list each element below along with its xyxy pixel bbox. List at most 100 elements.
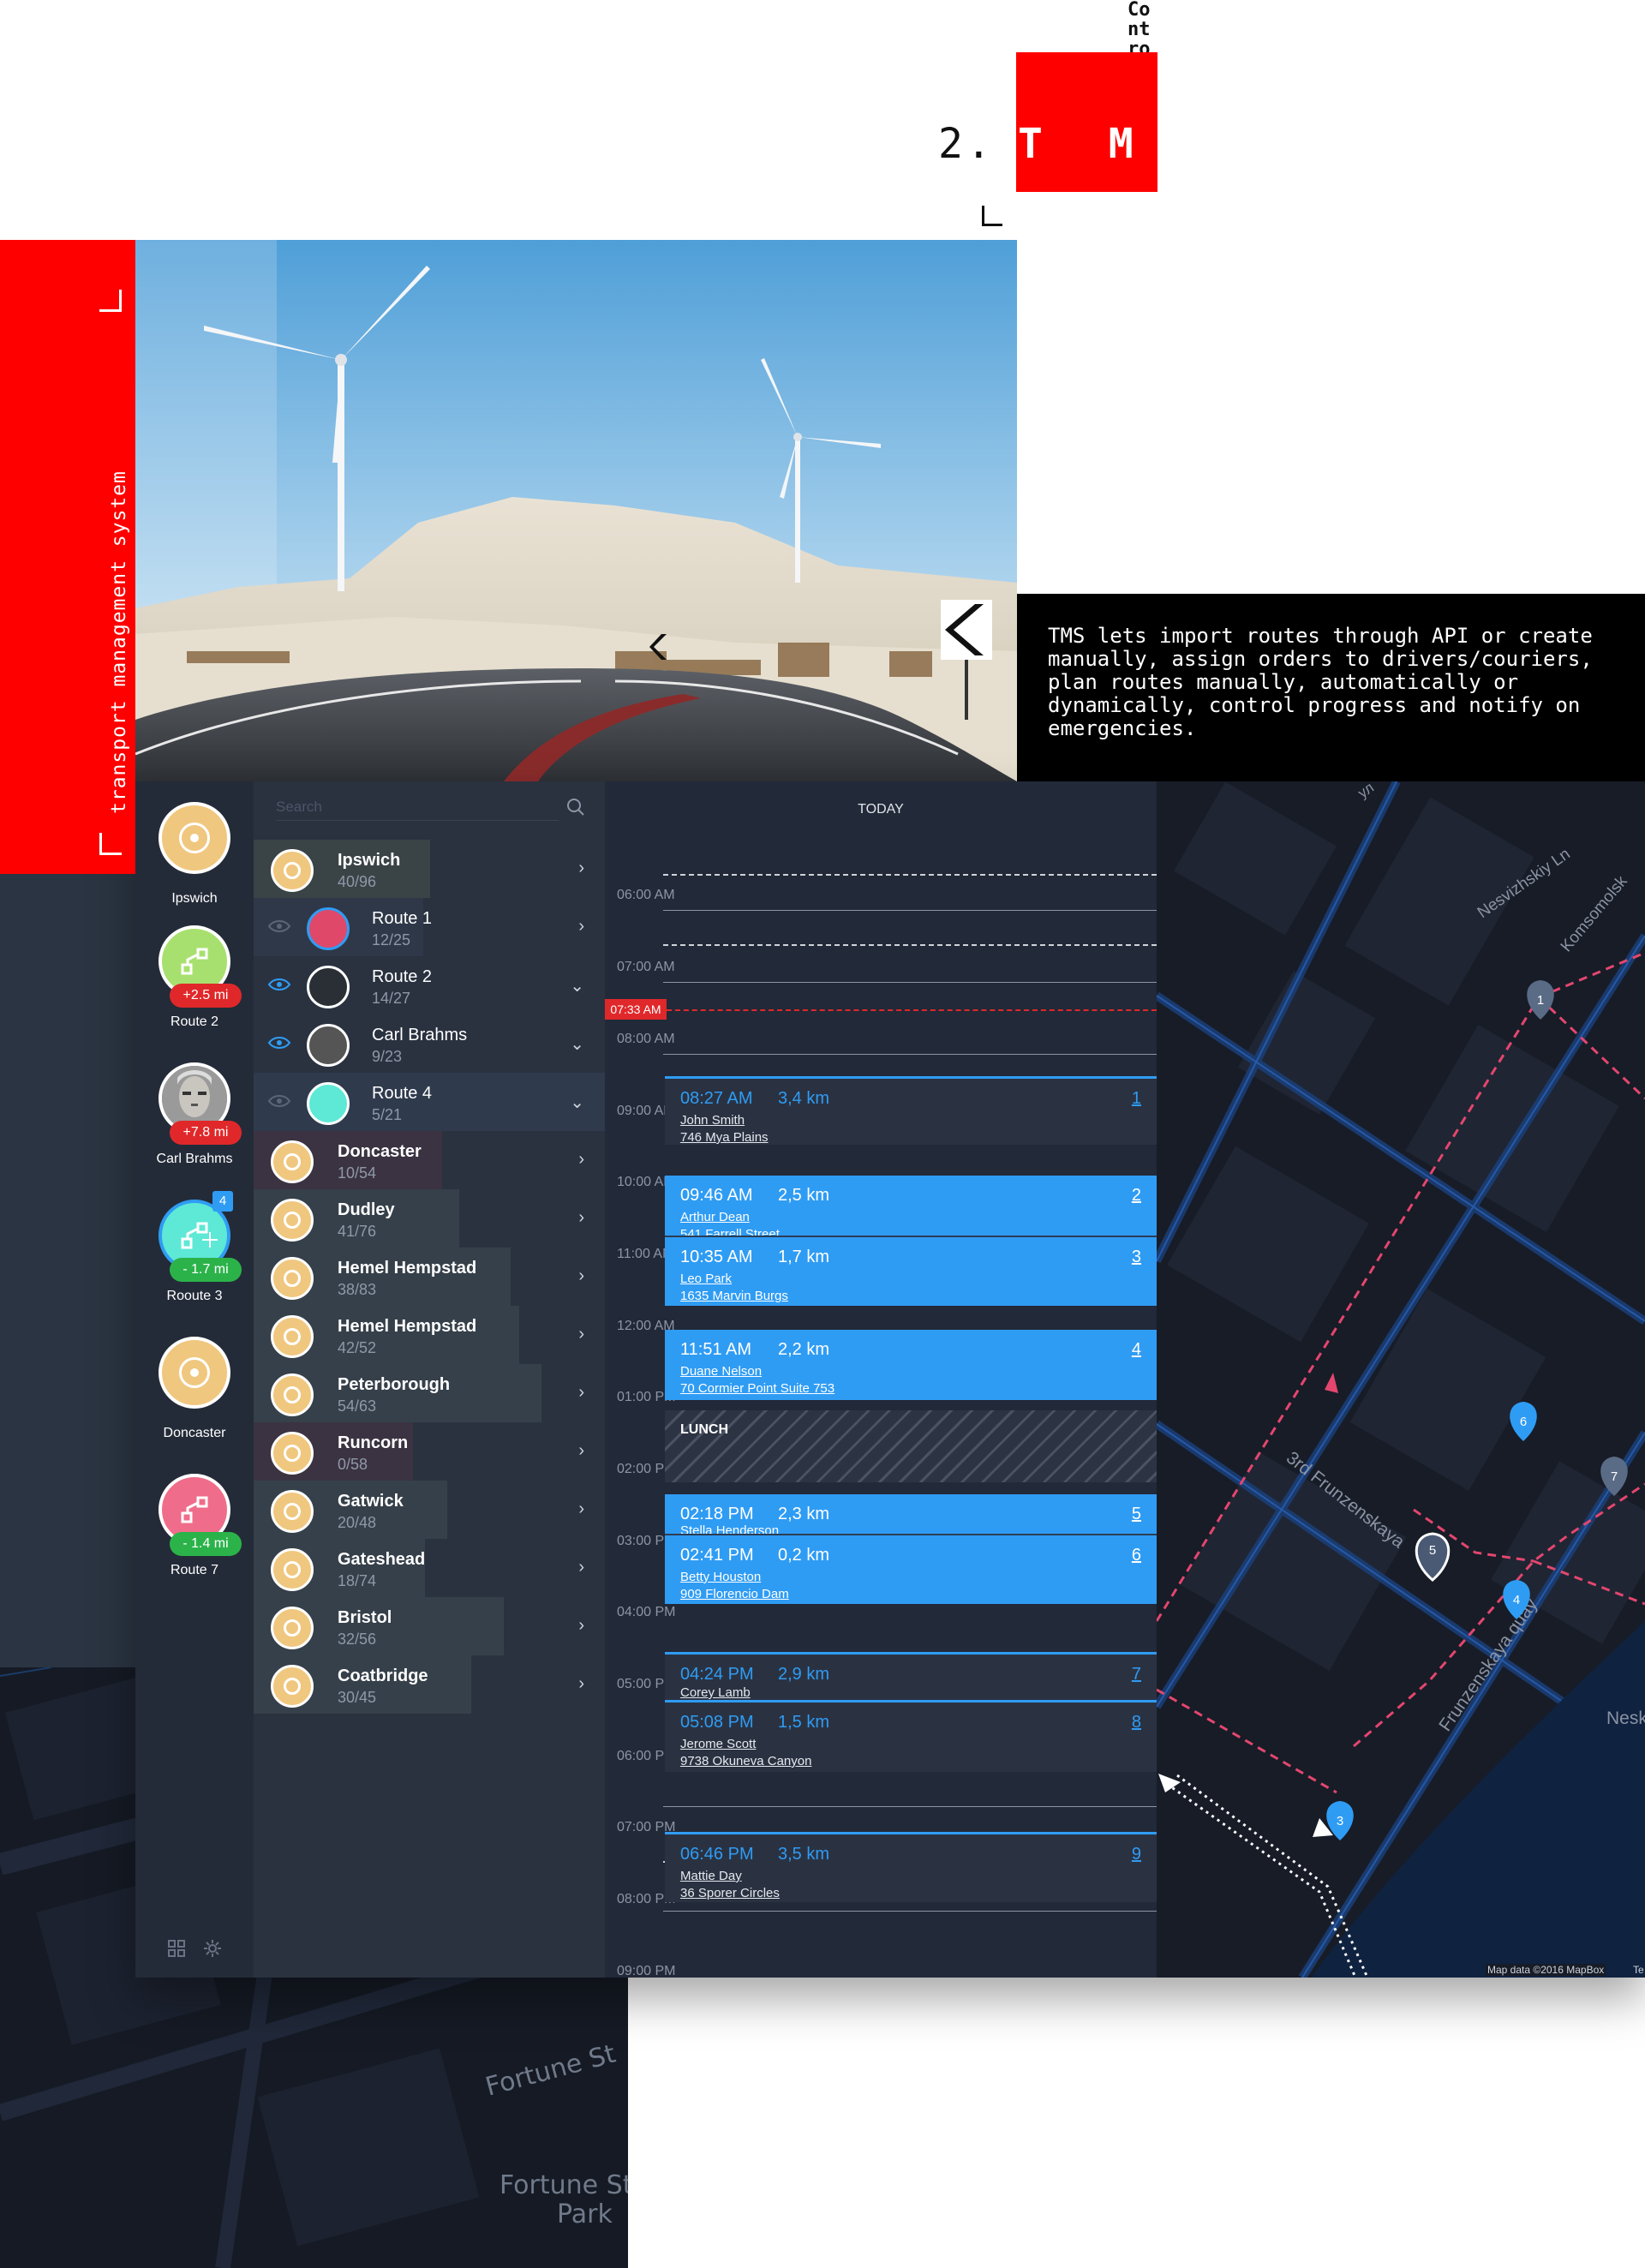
stop-address-link[interactable]: 541 Farrell Street [680,1227,780,1236]
stop-customer-link[interactable]: Corey Lamb [680,1685,751,1700]
lunch-break: LUNCH [665,1410,1157,1482]
stop-customer-link[interactable]: Arthur Dean [680,1210,750,1224]
stop-time: 06:46 PM [680,1845,754,1864]
search-input[interactable] [276,793,559,821]
stop-index-link[interactable]: 3 [1132,1248,1141,1267]
stop-address-link[interactable]: 1635 Marvin Burgs [680,1289,788,1303]
chevron-right-icon[interactable]: › [578,859,584,878]
chevron-right-icon[interactable]: › [578,1499,584,1519]
rail-item-ipswich[interactable]: Ipswich [135,802,254,922]
depot-icon [271,1199,314,1242]
rail-item-route-7[interactable]: - 1.4 mi Route 7 [135,1474,254,1594]
list-item-name: Coatbridge [338,1667,428,1685]
depot-icon [271,1665,314,1708]
stop-index-link[interactable]: 4 [1132,1340,1141,1360]
stop-customer-link[interactable]: Leo Park [680,1272,732,1286]
svg-text:4: 4 [1513,1593,1520,1607]
section-title: T M S [1018,120,1245,168]
route-map[interactable]: Nesvizhskiy Ln Komsomolsk 3rd Frunzenska… [1157,781,1645,1978]
list-item[interactable]: Dudley 41/76 › [254,1189,605,1248]
stop-card[interactable]: 10:35 AM 1,7 km 3 Leo Park 1635 Marvin B… [665,1236,1157,1306]
list-item[interactable]: Doncaster 10/54 › [254,1131,605,1189]
stop-counter-badge: 4 [212,1191,233,1212]
list-item-name: Carl Brahms [372,1026,468,1044]
grid-icon[interactable] [166,1938,187,1959]
eye-hidden-icon[interactable] [267,917,291,936]
list-item[interactable]: Hemel Hempstad 42/52 › [254,1306,605,1364]
stop-index-link[interactable]: 6 [1132,1546,1141,1565]
list-item-count: 32/56 [338,1631,377,1648]
list-item[interactable]: Route 2 14/27 ⌄ [254,956,605,1014]
stop-customer-link[interactable]: Betty Houston [680,1570,761,1584]
hour-label: 08:00 AM [617,1032,675,1046]
svg-text:6: 6 [1520,1415,1527,1429]
list-item[interactable]: Carl Brahms 9/23 ⌄ [254,1014,605,1073]
list-item-count: 5/21 [372,1106,403,1123]
street-label: Nesk [1606,1708,1645,1728]
gear-icon[interactable] [202,1938,223,1959]
stop-card[interactable]: 08:27 AM 3,4 km 1 John Smith 746 Mya Pla… [665,1076,1157,1145]
list-item[interactable]: Bristol 32/56 › [254,1597,605,1655]
list-item[interactable]: Hemel Hempstad 38/83 › [254,1248,605,1306]
chevron-right-icon[interactable]: › [578,1441,584,1461]
stop-customer-link[interactable]: Duane Nelson [680,1364,762,1379]
stop-card[interactable]: 02:41 PM 0,2 km 6 Betty Houston 909 Flor… [665,1534,1157,1604]
rail-item-route-2[interactable]: +2.5 mi Route 2 [135,925,254,1045]
list-item[interactable]: Route 4 5/21 ⌄ [254,1073,605,1131]
stop-card[interactable]: 09:46 AM 2,5 km 2 Arthur Dean 541 Farrel… [665,1176,1157,1236]
stop-customer-link[interactable]: Stella Henderson [680,1523,779,1534]
list-item[interactable]: Route 1 12/25 › [254,898,605,956]
rail-label: Carl Brahms [156,1152,233,1166]
list-item[interactable]: Coatbridge 30/45 › [254,1655,605,1714]
stop-address-link[interactable]: 36 Sporer Circles [680,1886,780,1900]
stop-index-link[interactable]: 8 [1132,1713,1141,1732]
chevron-right-icon[interactable]: › [578,1383,584,1403]
stop-index-link[interactable]: 9 [1132,1845,1141,1864]
search-icon[interactable] [565,797,586,817]
stop-index-link[interactable]: 2 [1132,1186,1141,1206]
stop-index-link[interactable]: 1 [1132,1089,1141,1109]
list-item[interactable]: Ipswich 40/96 › [254,840,605,898]
stop-address-link[interactable]: 909 Florencio Dam [680,1587,789,1601]
chevron-down-icon[interactable]: ⌄ [570,975,584,996]
current-time-marker: 07:33 AM [605,999,667,1020]
stop-address-link[interactable]: 9738 Okuneva Canyon [680,1754,811,1768]
eye-hidden-icon[interactable] [267,1092,291,1110]
eye-visible-icon[interactable] [267,975,291,994]
chevron-down-icon[interactable]: ⌄ [570,1092,584,1113]
chevron-right-icon[interactable]: › [578,1266,584,1286]
stop-card[interactable]: 11:51 AM 2,2 km 4 Duane Nelson 70 Cormie… [665,1330,1157,1400]
list-item[interactable]: Peterborough 54/63 › [254,1364,605,1422]
stop-card[interactable]: 02:18 PM 2,3 km 5 Stella Henderson [665,1494,1157,1534]
hour-label: 07:00 AM [617,960,675,974]
rail-item-carl-brahms[interactable]: +7.8 mi Carl Brahms [135,1062,254,1182]
stop-customer-link[interactable]: John Smith [680,1113,745,1128]
rail-item-route-3[interactable]: 4 - 1.7 mi Rooute 3 [135,1191,254,1320]
list-item[interactable]: Runcorn 0/58 › [254,1422,605,1481]
list-item[interactable]: Gatwick 20/48 › [254,1481,605,1539]
chevron-right-icon[interactable]: › [578,1325,584,1344]
list-item[interactable]: Gateshead 18/74 › [254,1539,605,1597]
chevron-right-icon[interactable]: › [578,1150,584,1170]
chevron-right-icon[interactable]: › [578,1208,584,1228]
list-item-count: 14/27 [372,990,411,1007]
stop-card[interactable]: 05:08 PM 1,5 km 8 Jerome Scott 9738 Okun… [665,1700,1157,1772]
list-item-name: Route 2 [372,967,433,986]
chevron-right-icon[interactable]: › [578,1558,584,1577]
chevron-right-icon[interactable]: › [578,917,584,937]
stop-customer-link[interactable]: Mattie Day [680,1869,742,1883]
current-time-line [667,1009,1157,1011]
chevron-right-icon[interactable]: › [578,1674,584,1694]
stop-customer-link[interactable]: Jerome Scott [680,1737,756,1751]
chevron-down-icon[interactable]: ⌄ [570,1033,584,1055]
stop-index-link[interactable]: 7 [1132,1665,1141,1685]
rail-item-doncaster[interactable]: Doncaster [135,1337,254,1457]
stop-card[interactable]: 06:46 PM 3,5 km 9 Mattie Day 36 Sporer C… [665,1832,1157,1902]
stop-address-link[interactable]: 746 Mya Plains [680,1130,769,1145]
stop-address-link[interactable]: 70 Cormier Point Suite 753 [680,1381,834,1396]
stop-time: 02:41 PM [680,1546,754,1565]
stop-index-link[interactable]: 5 [1132,1505,1141,1524]
rail-label: Doncaster [163,1426,226,1440]
chevron-right-icon[interactable]: › [578,1616,584,1636]
eye-visible-icon[interactable] [267,1033,291,1052]
